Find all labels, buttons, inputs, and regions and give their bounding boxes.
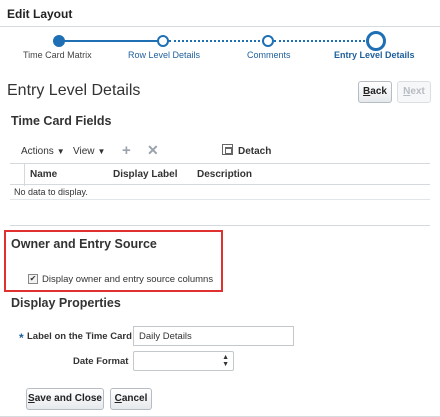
cancel-label: ancel [121, 393, 148, 404]
cancel-button[interactable]: Cancel [110, 388, 152, 410]
label-on-time-card-input[interactable] [133, 326, 294, 346]
title-divider [0, 26, 440, 27]
train-connector-1 [60, 40, 169, 42]
save-and-close-button[interactable]: Save and Close [26, 388, 104, 410]
train-stop-row-level-details[interactable] [157, 35, 169, 47]
x-icon[interactable]: ✕ [147, 142, 159, 159]
table-empty-row: No data to display. [10, 185, 430, 200]
required-indicator-icon: * [19, 331, 24, 345]
train-connector-2 [169, 40, 264, 42]
date-format-select[interactable]: ▲ ▼ [133, 351, 234, 371]
label-on-time-card-label: Label on the Time Card [27, 331, 132, 342]
train-stop-entry-level-details [366, 31, 386, 51]
train-label-time-card-matrix[interactable]: Time Card Matrix [23, 50, 92, 60]
table-bottom-border [10, 225, 430, 226]
cancel-mnemonic: C [114, 393, 122, 404]
date-format-label: Date Format [73, 356, 129, 367]
owner-entry-source-checkbox[interactable]: ✔ [28, 274, 38, 284]
next-button[interactable]: Next [397, 81, 431, 103]
train-label-row-level-details[interactable]: Row Level Details [128, 50, 200, 60]
plus-icon[interactable]: + [122, 142, 131, 159]
train-connector-3 [274, 40, 369, 42]
back-button[interactable]: Back [358, 81, 392, 103]
column-divider [24, 164, 25, 186]
select-arrows-icon: ▲ ▼ [222, 354, 229, 368]
view-label: View [73, 146, 95, 157]
table-header: Name Display Label Description [10, 163, 430, 186]
train-label-entry-level-details: Entry Level Details [334, 50, 415, 60]
detach-icon[interactable] [222, 144, 233, 155]
owner-entry-source-checkbox-label[interactable]: Display owner and entry source columns [42, 274, 213, 285]
column-header-display-label[interactable]: Display Label [113, 169, 177, 180]
train-stop-comments[interactable] [262, 35, 274, 47]
save-mnemonic: S [28, 393, 35, 404]
detach-button[interactable]: Detach [238, 146, 271, 157]
empty-message: No data to display. [14, 187, 88, 197]
column-header-description[interactable]: Description [197, 169, 252, 180]
next-label: ext [410, 86, 425, 97]
caret-down-icon: ▼ [56, 147, 65, 156]
view-menu[interactable]: View ▼ [73, 146, 105, 157]
back-label: ack [370, 86, 387, 97]
owner-entry-source-title: Owner and Entry Source [11, 237, 157, 251]
train-label-comments[interactable]: Comments [247, 50, 291, 60]
train-stop-time-card-matrix[interactable] [53, 35, 65, 47]
page-title: Entry Level Details [7, 82, 141, 99]
display-properties-title: Display Properties [11, 296, 121, 310]
actions-menu[interactable]: Actions ▼ [21, 146, 65, 157]
actions-label: Actions [21, 146, 54, 157]
column-header-name[interactable]: Name [30, 169, 57, 180]
dialog-title: Edit Layout [7, 7, 73, 21]
save-label: ave and Close [34, 393, 102, 404]
caret-down-icon: ▼ [97, 147, 106, 156]
time-card-fields-title: Time Card Fields [11, 114, 112, 128]
